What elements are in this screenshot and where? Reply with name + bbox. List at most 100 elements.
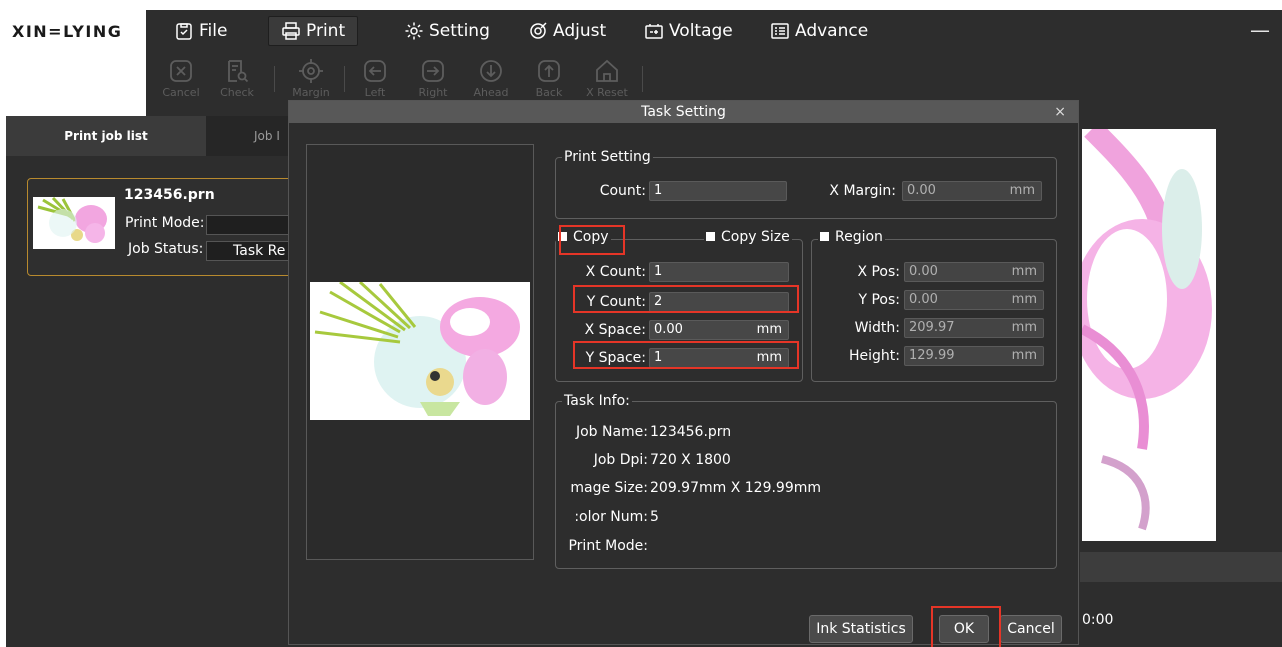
toolbar-separator: [642, 66, 643, 92]
toolbar-x-reset-button[interactable]: X Reset: [582, 58, 632, 99]
menu-voltage-label: Voltage: [669, 21, 733, 41]
menu-setting[interactable]: Setting: [392, 16, 502, 46]
x-count-field[interactable]: 1: [649, 262, 789, 282]
job-card[interactable]: 123456.prn Print Mode: Job Status: Task …: [27, 178, 298, 276]
arrow-left-icon: [364, 60, 386, 82]
toolbar-back-label: Back: [535, 86, 563, 99]
width-field[interactable]: 209.97 mm: [904, 318, 1044, 338]
dialog-close-button[interactable]: ×: [1054, 101, 1066, 123]
job-dpi-value: 720 X 1800: [650, 452, 731, 468]
toolbar-back-button[interactable]: Back: [524, 58, 574, 99]
logo-area: XIN=LYING: [6, 10, 146, 116]
x-pos-label: X Pos:: [857, 264, 900, 280]
toolbar-ahead-button[interactable]: Ahead: [466, 58, 516, 99]
x-space-field[interactable]: 0.00 mm: [649, 320, 789, 340]
arrow-up-icon: [538, 60, 560, 82]
tab-job-info[interactable]: Job I: [206, 116, 288, 156]
app-window: XIN=LYING File Print Setting Adjust Volt…: [6, 10, 1282, 647]
app-logo: XIN=LYING: [12, 22, 123, 41]
y-space-highlight: [573, 341, 799, 369]
tab-print-job-list[interactable]: Print job list: [6, 116, 206, 156]
preview-area: 0:00: [1080, 116, 1282, 647]
crosshair-icon: [299, 59, 323, 83]
color-num-label: :olor Num:: [574, 509, 648, 525]
toolbar-separator: [344, 66, 345, 92]
target-icon: [530, 22, 547, 39]
x-margin-field[interactable]: 0.00 mm: [902, 181, 1042, 201]
copy-size-label: Copy Size: [721, 229, 790, 245]
job-print-mode-label: Print Mode:: [125, 215, 205, 231]
status-strip: [1080, 552, 1282, 582]
print-mode-label: Print Mode:: [568, 538, 648, 554]
menu-print[interactable]: Print: [268, 16, 359, 46]
task-info-group: Task Info: Job Name: 123456.prn Job Dpi:…: [555, 392, 1057, 569]
region-checkbox[interactable]: Region: [818, 228, 885, 246]
image-size-value: 209.97mm X 129.99mm: [650, 480, 822, 496]
height-unit: mm: [1011, 348, 1037, 363]
height-value: 129.99: [909, 348, 955, 363]
toolbar-x-reset-label: X Reset: [586, 86, 628, 99]
menu-bar: File Print Setting Adjust Voltage Advanc…: [146, 10, 1282, 54]
battery-icon: [645, 24, 663, 39]
count-field[interactable]: 1: [649, 181, 787, 201]
job-name-value: 123456.prn: [650, 424, 732, 440]
x-margin-value: 0.00: [907, 183, 936, 198]
toolbar-right-button[interactable]: Right: [408, 58, 458, 99]
toolbar-cancel-label: Cancel: [162, 86, 200, 99]
color-num-value: 5: [650, 509, 659, 525]
gear-icon: [405, 22, 423, 40]
copy-size-check-icon: [706, 231, 715, 241]
task-info-title: Task Info:: [562, 392, 632, 410]
check-doc-icon: [228, 60, 249, 83]
job-name-label: Job Name:: [575, 424, 648, 440]
copy-size-checkbox[interactable]: Copy Size: [704, 228, 792, 246]
menu-print-label: Print: [306, 21, 346, 41]
image-size-label: mage Size:: [570, 480, 648, 496]
count-label: Count:: [599, 183, 646, 199]
ok-highlight: [931, 606, 1001, 647]
menu-file[interactable]: File: [162, 16, 239, 46]
x-pos-field[interactable]: 0.00 mm: [904, 262, 1044, 282]
job-panel: Print job list Job I 123456.prn Print Mo…: [6, 116, 298, 647]
y-pos-label: Y Pos:: [858, 292, 900, 308]
x-margin-label: X Margin:: [829, 183, 896, 199]
toolbar-left-label: Left: [364, 86, 386, 99]
menu-advance[interactable]: Advance: [758, 16, 880, 46]
print-setting-group: Print Setting Count: 1 X Margin: 0.00 mm: [555, 148, 1057, 219]
toolbar-margin-button[interactable]: Margin: [286, 58, 336, 99]
menu-file-label: File: [199, 21, 228, 41]
x-space-label: X Space:: [584, 322, 646, 338]
arrow-down-icon: [480, 60, 502, 82]
menu-setting-label: Setting: [429, 21, 490, 41]
dialog-preview-image: [310, 282, 530, 420]
toolbar-check-label: Check: [220, 86, 254, 99]
job-tabs: Print job list Job I: [6, 116, 288, 156]
list-icon: [771, 23, 789, 39]
region-check-icon: [820, 231, 829, 241]
print-preview-image: [1082, 129, 1216, 541]
toolbar-left-button[interactable]: Left: [350, 58, 400, 99]
width-label: Width:: [854, 320, 900, 336]
x-space-unit: mm: [756, 322, 782, 337]
job-status-label: Job Status:: [128, 241, 204, 257]
cancel-button[interactable]: Cancel: [1000, 615, 1062, 643]
menu-voltage[interactable]: Voltage: [632, 16, 745, 46]
toolbar-check-button[interactable]: Check: [212, 58, 262, 99]
clipboard-icon: [176, 23, 192, 40]
ink-statistics-button[interactable]: Ink Statistics: [809, 615, 913, 643]
y-pos-field[interactable]: 0.00 mm: [904, 290, 1044, 310]
cancel-icon: [170, 60, 192, 82]
x-pos-unit: mm: [1011, 264, 1037, 279]
height-field[interactable]: 129.99 mm: [904, 346, 1044, 366]
job-name: 123456.prn: [124, 187, 215, 203]
x-pos-value: 0.00: [909, 264, 938, 279]
x-count-label: X Count:: [585, 264, 646, 280]
y-pos-value: 0.00: [909, 292, 938, 307]
menu-adjust[interactable]: Adjust: [516, 16, 618, 46]
region-group: Region X Pos: 0.00 mm Y Pos: 0.00 mm Wid…: [811, 228, 1057, 382]
dialog-title: Task Setting: [289, 101, 1078, 123]
toolbar-ahead-label: Ahead: [473, 86, 509, 99]
job-print-mode-field: [206, 215, 298, 235]
minimize-button[interactable]: —: [1250, 18, 1270, 42]
toolbar-cancel-button[interactable]: Cancel: [156, 58, 206, 99]
